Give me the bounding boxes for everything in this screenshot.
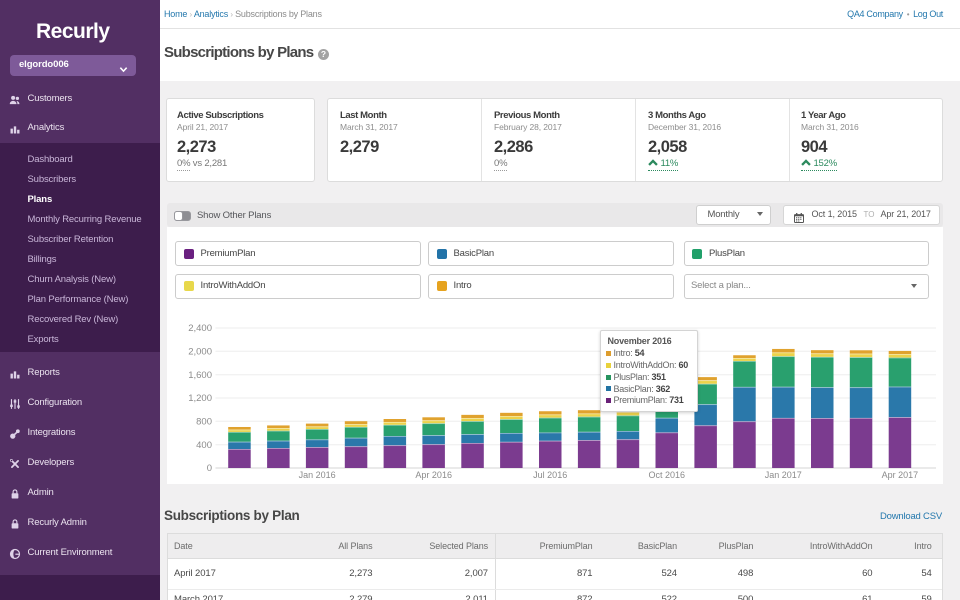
svg-text:1,200: 1,200 (188, 393, 212, 404)
svg-text:400: 400 (196, 440, 212, 451)
svg-text:Jan 2016: Jan 2016 (299, 470, 336, 480)
svg-text:2,400: 2,400 (188, 323, 212, 334)
svg-text:Apr 2016: Apr 2016 (415, 470, 452, 480)
svg-text:Jan 2017: Jan 2017 (765, 470, 802, 480)
svg-text:Apr 2017: Apr 2017 (882, 470, 919, 480)
svg-text:2,000: 2,000 (188, 347, 212, 358)
svg-text:1,600: 1,600 (188, 370, 212, 381)
svg-text:Oct 2016: Oct 2016 (649, 470, 686, 480)
svg-text:Jul 2016: Jul 2016 (533, 470, 567, 480)
svg-text:0: 0 (207, 463, 212, 474)
svg-text:800: 800 (196, 417, 212, 428)
